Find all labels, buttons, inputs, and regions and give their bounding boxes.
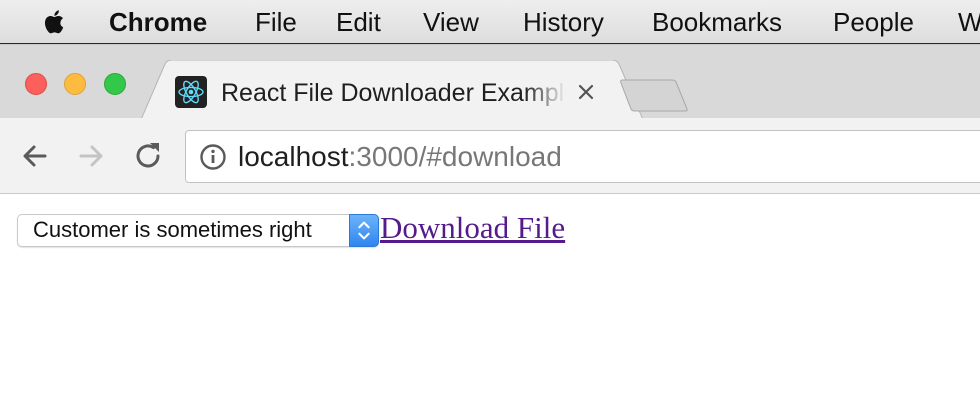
menu-bookmarks[interactable]: Bookmarks <box>652 7 782 37</box>
react-logo-icon <box>175 76 207 108</box>
new-tab-button[interactable] <box>620 78 690 112</box>
close-icon[interactable] <box>574 80 598 104</box>
window-minimize-button[interactable] <box>64 73 86 95</box>
select-value: Customer is sometimes right <box>33 217 312 242</box>
menu-view[interactable]: View <box>423 7 479 37</box>
menu-bar: Chrome File Edit View History Bookmarks … <box>0 0 980 44</box>
info-icon[interactable] <box>199 143 227 171</box>
menu-window[interactable]: W <box>958 7 980 37</box>
arrow-right-icon[interactable] <box>74 139 108 173</box>
tab-title: React File Downloader Example <box>221 79 566 107</box>
apple-icon[interactable] <box>40 7 70 37</box>
window-close-button[interactable] <box>25 73 47 95</box>
menu-history[interactable]: History <box>523 7 604 37</box>
menu-file[interactable]: File <box>255 7 297 37</box>
url-path: :3000/#download <box>348 141 562 172</box>
url-host: localhost <box>238 141 349 172</box>
reload-icon[interactable] <box>131 139 165 173</box>
menu-chrome[interactable]: Chrome <box>109 7 207 37</box>
download-file-link[interactable]: Download File <box>380 210 565 246</box>
select-chevron-icon[interactable] <box>349 214 379 247</box>
menu-edit[interactable]: Edit <box>336 7 381 37</box>
url-text[interactable]: localhost:3000/#download <box>238 140 562 174</box>
arrow-left-icon[interactable] <box>18 139 52 173</box>
menu-people[interactable]: People <box>833 7 914 37</box>
window-zoom-button[interactable] <box>104 73 126 95</box>
